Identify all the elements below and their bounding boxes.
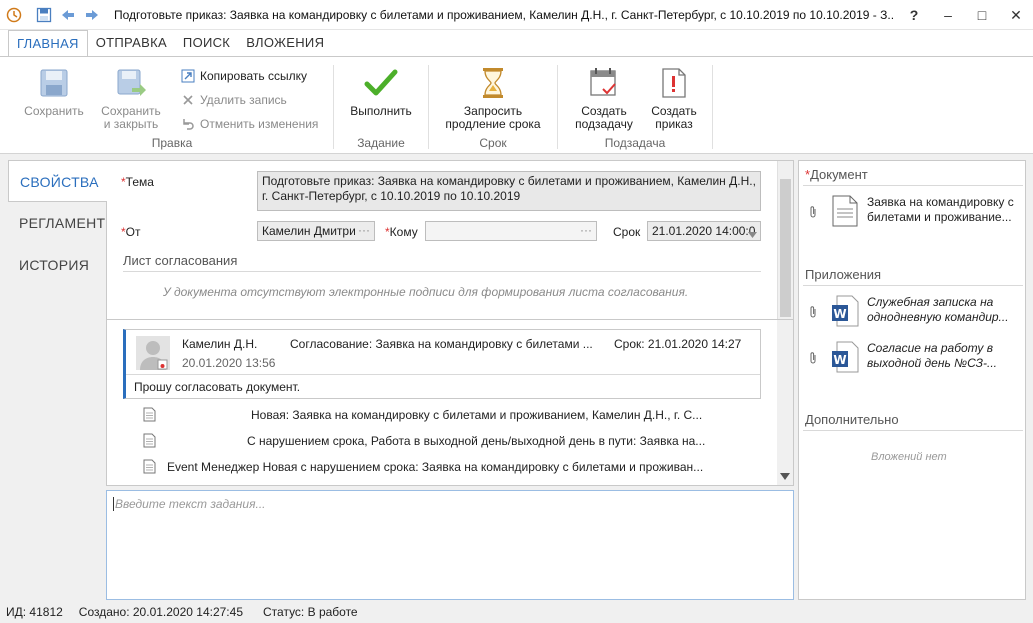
history-scrollbar[interactable]	[777, 320, 793, 485]
avatar	[136, 336, 170, 370]
side-tabs: СВОЙСТВА РЕГЛАМЕНТ ИСТОРИЯ	[8, 160, 107, 600]
document-icon	[143, 459, 157, 475]
comment-card: Камелин Д.Н. Согласование: Заявка на ком…	[123, 329, 761, 399]
floppy-arrow-icon	[113, 65, 149, 101]
delete-record-button[interactable]: Удалить запись	[180, 91, 287, 109]
request-extension-button[interactable]: Запросить продление срока	[440, 65, 546, 131]
tab-main[interactable]: ГЛАВНАЯ	[8, 30, 88, 56]
tab-send[interactable]: ОТПРАВКА	[88, 30, 175, 56]
save-icon[interactable]	[34, 5, 54, 25]
from-select-button[interactable]: ···	[358, 223, 370, 238]
close-button[interactable]: ✕	[999, 0, 1033, 30]
undo-icon	[180, 116, 196, 132]
calendar-check-icon	[586, 65, 622, 101]
task-text-input[interactable]: Введите текст задания...	[106, 490, 794, 600]
chevron-down-icon[interactable]	[748, 227, 757, 242]
copy-link-button[interactable]: Копировать ссылку	[180, 67, 307, 85]
tab-properties[interactable]: СВОЙСТВА	[8, 160, 107, 202]
comment-author: Камелин Д.Н.	[182, 337, 258, 351]
list-item[interactable]: Новая: Заявка на командировку с билетами…	[143, 405, 763, 425]
list-item[interactable]: С нарушением срока, Работа в выходной де…	[143, 431, 763, 451]
subject-field[interactable]: Подготовьте приказ: Заявка на командиров…	[257, 171, 761, 211]
arrow-right-icon[interactable]	[82, 5, 102, 25]
attachment-item[interactable]: W Согласие на работу в выходной день №СЗ…	[809, 341, 1021, 373]
help-button[interactable]: ?	[897, 0, 931, 30]
word-file-icon: W	[831, 295, 859, 327]
minimize-button[interactable]: –	[931, 0, 965, 30]
no-attachments-text: Вложений нет	[871, 451, 947, 463]
term-label: Срок	[613, 225, 641, 239]
document-alert-icon	[656, 65, 692, 101]
from-field[interactable]: Камелин Дмитри ···	[257, 221, 375, 241]
group-label-task: Задание	[357, 136, 405, 150]
to-field[interactable]: ···	[425, 221, 597, 241]
execute-button[interactable]: Выполнить	[348, 65, 414, 118]
save-close-button[interactable]: Сохранить и закрыть	[98, 65, 164, 131]
document-icon	[831, 195, 859, 227]
chevron-down-icon[interactable]	[780, 469, 790, 483]
document-item[interactable]: Заявка на командировку с билетами и прож…	[809, 195, 1021, 227]
group-label-term: Срок	[479, 136, 507, 150]
svg-text:W: W	[833, 307, 846, 321]
floppy-icon	[36, 65, 72, 101]
maximize-button[interactable]: □	[965, 0, 999, 30]
paperclip-icon	[809, 205, 819, 222]
created-date: Создано: 20.01.2020 14:27:45	[78, 605, 243, 619]
tab-history[interactable]: ИСТОРИЯ	[8, 244, 106, 286]
status-badge: Статус: В работе	[263, 605, 358, 619]
clock-icon	[4, 5, 24, 25]
comment-subject[interactable]: Согласование: Заявка на командировку с б…	[290, 337, 593, 351]
document-section-title: *Документ	[805, 167, 868, 182]
comment-term: Срок: 21.01.2020 14:27	[614, 337, 742, 351]
save-button[interactable]: Сохранить	[22, 65, 86, 118]
paperclip-icon	[809, 351, 819, 368]
ribbon: Сохранить Сохранить и закрыть Копировать…	[0, 56, 1033, 154]
create-subtask-button[interactable]: Создать подзадачу	[572, 65, 636, 131]
comment-date: 20.01.2020 13:56	[182, 356, 276, 370]
hourglass-icon	[475, 65, 511, 101]
attachments-panel: *Документ Заявка на командировку с билет…	[798, 160, 1026, 600]
document-icon	[143, 407, 157, 423]
group-label-subtask: Подзадача	[604, 136, 666, 150]
record-id: ИД: 41812	[6, 605, 63, 619]
status-bar: ИД: 41812 Создано: 20.01.2020 14:27:45 С…	[0, 601, 1033, 623]
cross-icon	[180, 92, 196, 108]
to-label: *Кому	[385, 225, 418, 239]
title-bar: Подготовьте приказ: Заявка на командиров…	[0, 0, 1033, 30]
properties-panel: *Тема Подготовьте приказ: Заявка на кома…	[106, 160, 794, 486]
link-icon	[180, 68, 196, 84]
attachments-section-title: Приложения	[805, 267, 882, 282]
comment-text: Прошу согласовать документ.	[134, 380, 301, 394]
undo-changes-button[interactable]: Отменить изменения	[180, 115, 318, 133]
word-file-icon: W	[831, 341, 859, 373]
create-order-button[interactable]: Создать приказ	[644, 65, 704, 131]
tab-attachments[interactable]: ВЛОЖЕНИЯ	[238, 30, 332, 56]
list-item[interactable]: Event Менеджер Новая с нарушением срока:…	[143, 457, 763, 477]
document-icon	[143, 433, 157, 449]
window-title: Подготовьте приказ: Заявка на командиров…	[114, 7, 894, 22]
ribbon-tabs: ГЛАВНАЯ ОТПРАВКА ПОИСК ВЛОЖЕНИЯ	[0, 30, 1033, 56]
subject-label: *Тема	[121, 175, 154, 189]
approval-hint: У документа отсутствуют электронные подп…	[163, 285, 689, 299]
task-placeholder: Введите текст задания...	[115, 497, 266, 511]
term-field[interactable]: 21.01.2020 14:00:0	[647, 221, 761, 241]
to-select-button[interactable]: ···	[580, 223, 592, 238]
approval-sheet-title: Лист согласования	[123, 253, 238, 268]
group-label-edit: Правка	[151, 136, 193, 150]
extra-section-title: Дополнительно	[805, 412, 899, 427]
tab-regulation[interactable]: РЕГЛАМЕНТ	[8, 202, 106, 244]
from-label: *От	[121, 225, 141, 239]
paperclip-icon	[809, 305, 819, 322]
arrow-left-icon[interactable]	[58, 5, 78, 25]
checkmark-icon	[363, 65, 399, 101]
attachment-item[interactable]: W Служебная записка на однодневную коман…	[809, 295, 1021, 327]
form-scrollbar[interactable]	[777, 161, 793, 319]
svg-text:W: W	[833, 353, 846, 367]
tab-search[interactable]: ПОИСК	[175, 30, 238, 56]
